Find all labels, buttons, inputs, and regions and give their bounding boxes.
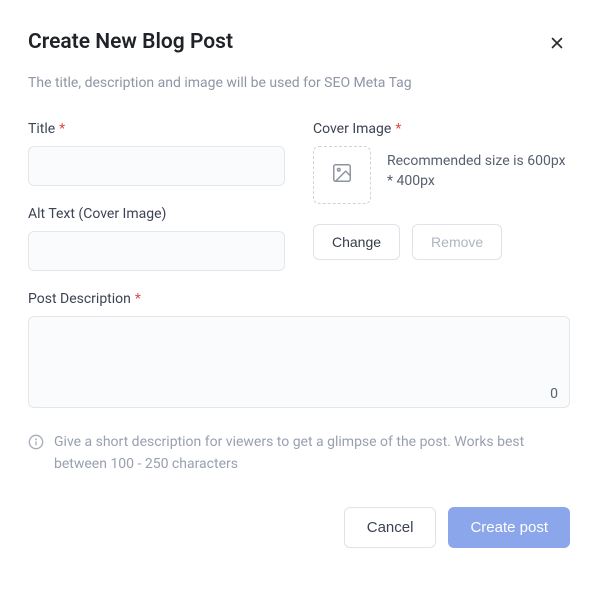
image-icon bbox=[331, 162, 353, 188]
required-asterisk: * bbox=[135, 291, 141, 307]
description-hint-row: Give a short description for viewers to … bbox=[28, 432, 570, 475]
description-wrap: 0 bbox=[28, 316, 570, 412]
change-cover-button[interactable]: Change bbox=[313, 224, 400, 260]
modal-header: Create New Blog Post bbox=[28, 30, 570, 59]
description-label: Post Description* bbox=[28, 291, 570, 307]
title-label: Title* bbox=[28, 121, 285, 137]
cover-image-label-text: Cover Image bbox=[313, 121, 391, 137]
char-count: 0 bbox=[550, 386, 558, 402]
create-blog-post-modal: Create New Blog Post The title, descript… bbox=[0, 0, 598, 609]
description-label-text: Post Description bbox=[28, 291, 131, 307]
modal-footer: Cancel Create post bbox=[28, 507, 570, 548]
cover-section: Recommended size is 600px * 400px bbox=[313, 146, 570, 204]
description-hint: Give a short description for viewers to … bbox=[54, 432, 570, 475]
alt-text-group: Alt Text (Cover Image) bbox=[28, 206, 285, 271]
modal-title: Create New Blog Post bbox=[28, 30, 233, 54]
title-label-text: Title bbox=[28, 121, 55, 137]
description-group: Post Description* 0 bbox=[28, 291, 570, 412]
remove-cover-button[interactable]: Remove bbox=[412, 224, 502, 260]
cover-image-group: Cover Image* Recommended size is 600px *… bbox=[313, 121, 570, 260]
description-textarea[interactable] bbox=[28, 316, 570, 408]
form-row-top: Title* Alt Text (Cover Image) Cover Imag… bbox=[28, 121, 570, 291]
cover-image-placeholder[interactable] bbox=[313, 146, 371, 204]
close-button[interactable] bbox=[544, 30, 570, 59]
cancel-button[interactable]: Cancel bbox=[344, 507, 437, 548]
alt-text-label: Alt Text (Cover Image) bbox=[28, 206, 285, 222]
required-asterisk: * bbox=[395, 121, 401, 137]
cover-image-label: Cover Image* bbox=[313, 121, 570, 137]
title-group: Title* bbox=[28, 121, 285, 186]
modal-subtitle: The title, description and image will be… bbox=[28, 75, 570, 91]
title-input[interactable] bbox=[28, 146, 285, 186]
required-asterisk: * bbox=[59, 121, 65, 137]
create-post-button[interactable]: Create post bbox=[448, 507, 570, 548]
info-icon bbox=[28, 434, 44, 454]
alt-text-input[interactable] bbox=[28, 231, 285, 271]
close-icon bbox=[548, 34, 566, 55]
cover-buttons: Change Remove bbox=[313, 224, 570, 260]
cover-image-hint: Recommended size is 600px * 400px bbox=[387, 146, 570, 192]
